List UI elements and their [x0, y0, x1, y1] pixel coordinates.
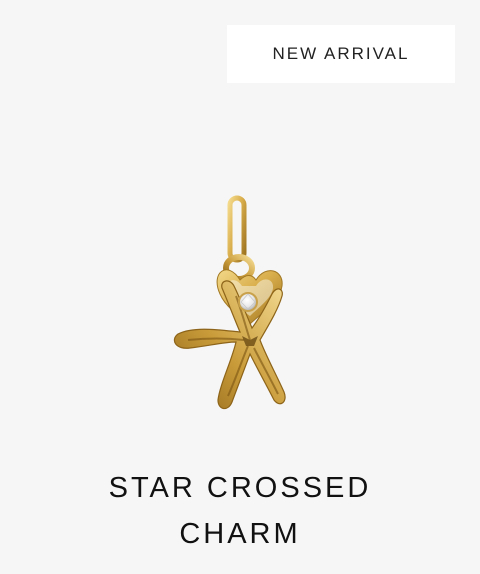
star-heart-charm-image[interactable]	[150, 190, 310, 415]
bail-loop	[223, 195, 255, 282]
starfish-shape	[173, 280, 286, 410]
diamond-stone	[238, 292, 258, 312]
new-arrival-badge: NEW ARRIVAL	[227, 25, 455, 83]
product-title-line-1: STAR CROSSED	[108, 472, 372, 505]
product-title[interactable]: STAR CROSSED CHARM	[0, 465, 480, 557]
product-card[interactable]: NEW ARRIVAL STAR CROSSED CHARM	[0, 0, 480, 574]
product-title-line-2: CHARM	[179, 518, 301, 551]
badge-label: NEW ARRIVAL	[272, 44, 410, 63]
